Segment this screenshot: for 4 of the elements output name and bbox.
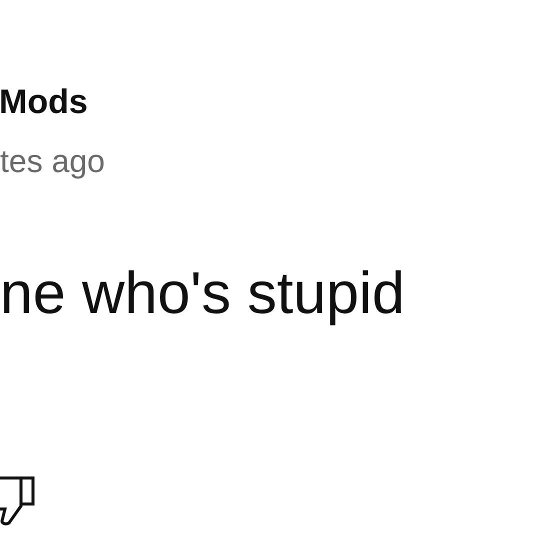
post-time: tes ago xyxy=(0,142,105,181)
author-name[interactable]: Mods xyxy=(0,82,88,122)
post-text: ne who's stupid xyxy=(0,260,405,326)
thumbs-down-icon[interactable] xyxy=(0,476,36,526)
